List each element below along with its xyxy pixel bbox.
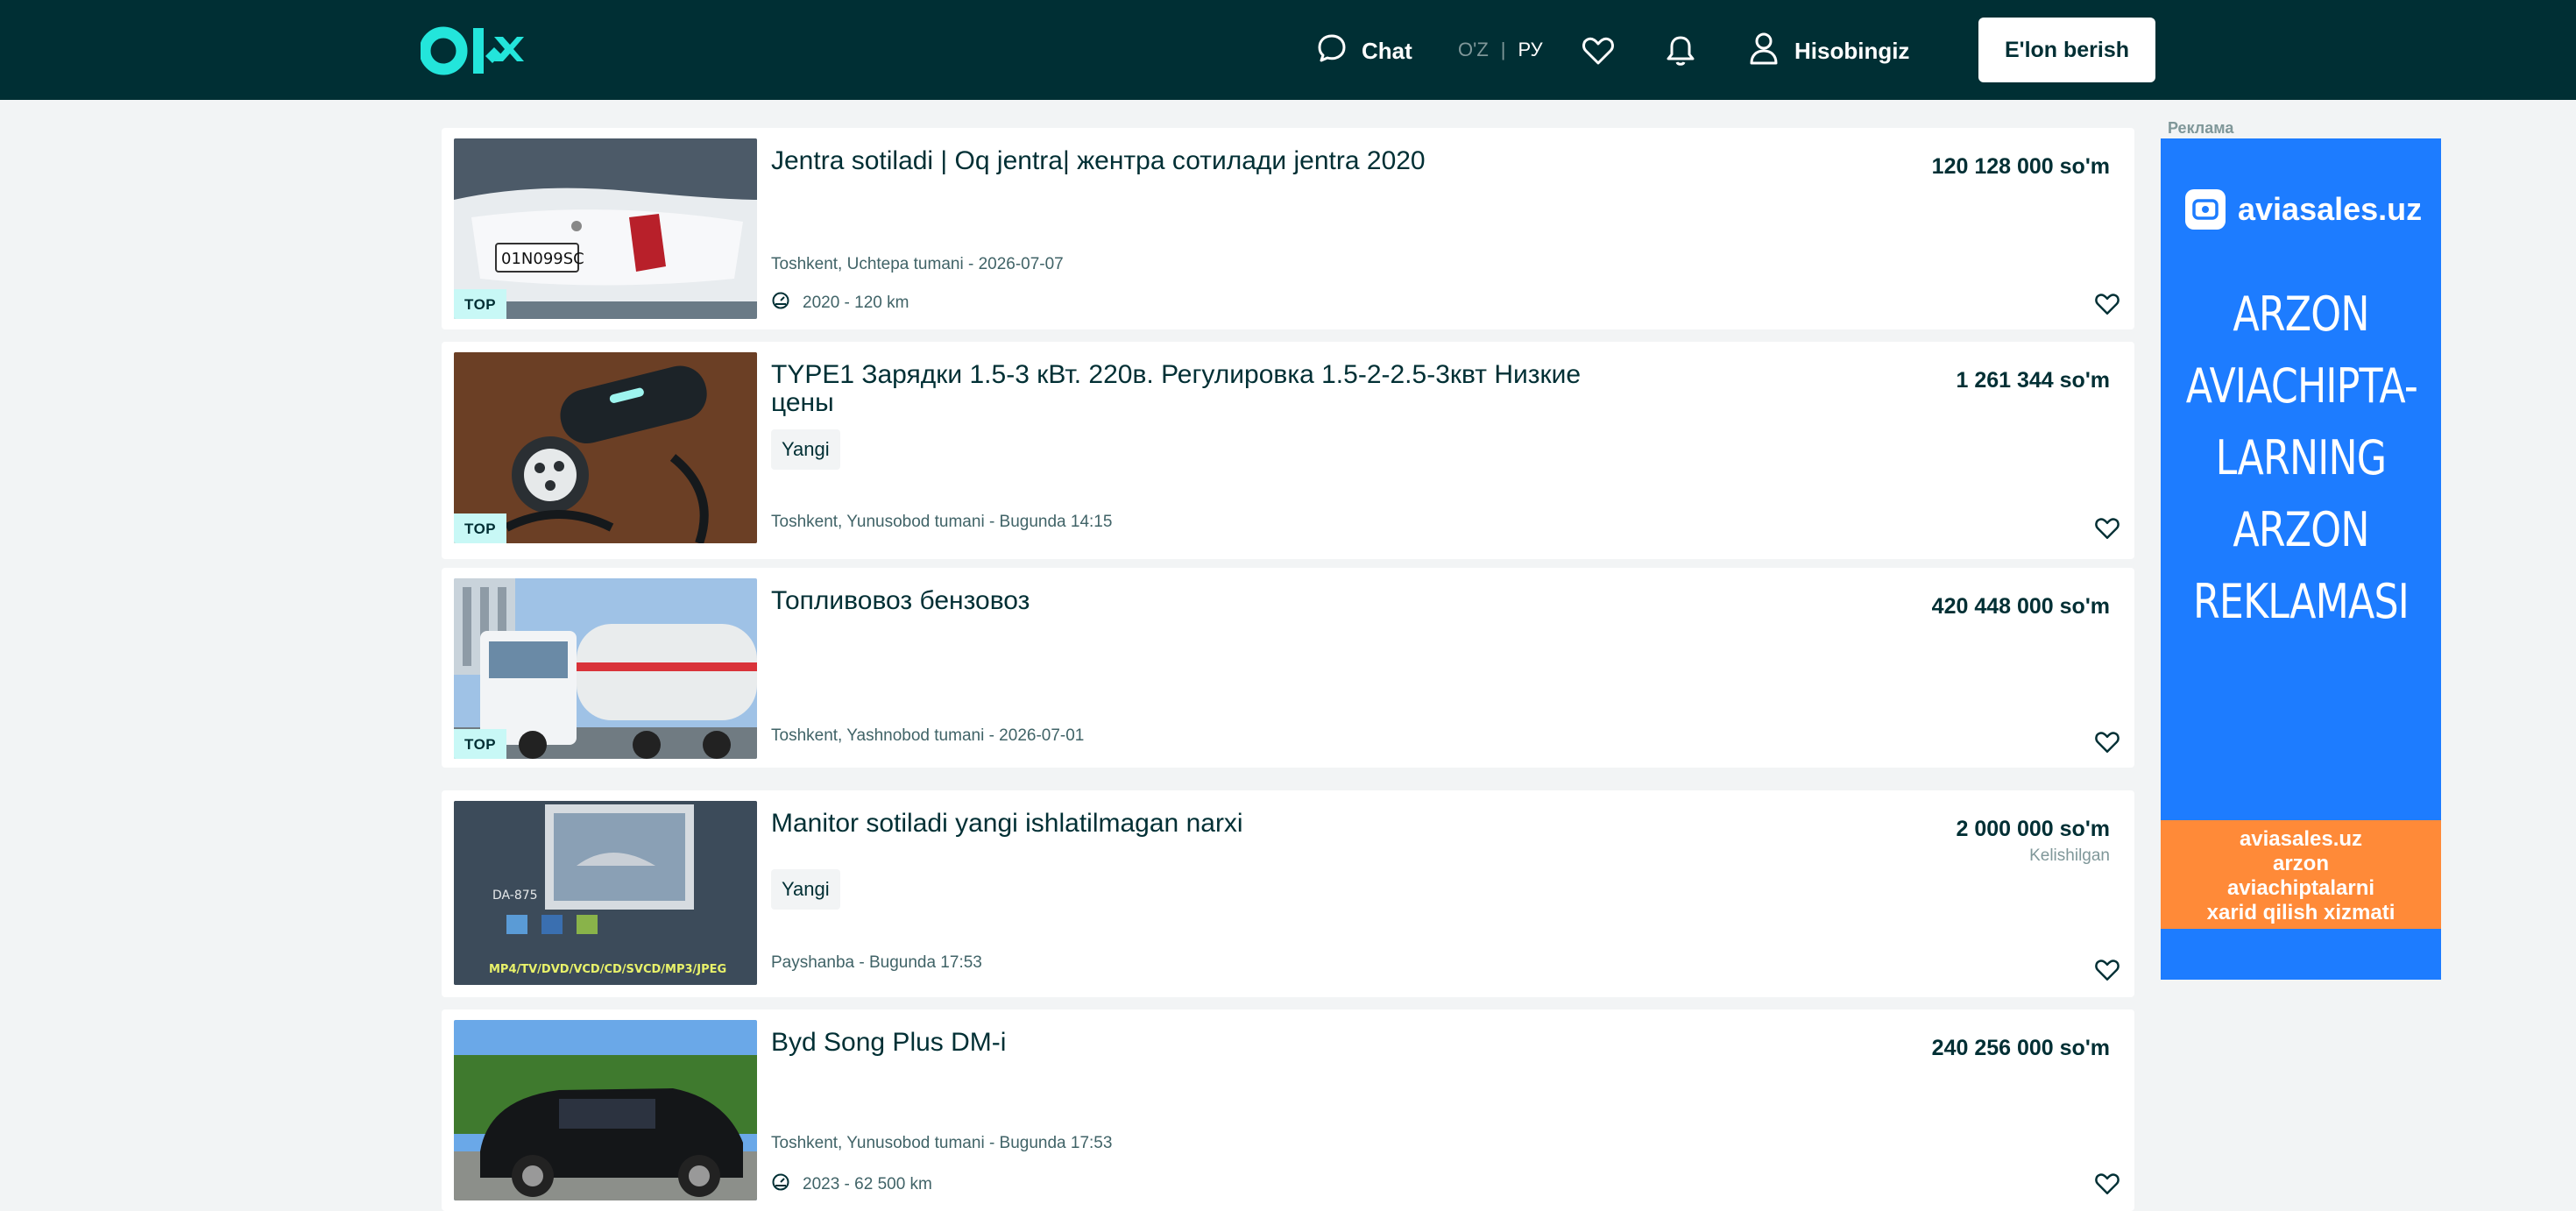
ad-headline-line: ARZON	[2233, 287, 2369, 342]
listing-price: 120 128 000 so'm	[1931, 154, 2110, 179]
top-badge: TOP	[454, 513, 507, 543]
favorite-heart-icon[interactable]	[2092, 955, 2122, 985]
post-ad-button[interactable]: E'lon berish	[1978, 18, 2155, 82]
favorite-heart-icon[interactable]	[2092, 1169, 2122, 1199]
listing-photo[interactable]: 01N099SC TOP	[454, 138, 757, 319]
account-link[interactable]: Hisobingiz	[1749, 30, 1909, 72]
lang-separator: |	[1500, 39, 1506, 60]
ad-headline: ARZON AVIACHIPTA- LARNING ARZON REKLAMAS…	[2185, 279, 2418, 638]
listing-title[interactable]: Byd Song Plus DM-i	[771, 1029, 1630, 1057]
odometer-icon	[771, 1172, 790, 1197]
ad-footer: aviasales.uz arzon aviachiptalarni xarid…	[2161, 820, 2441, 929]
listing-title[interactable]: Manitor sotiladi yangi ishlatilmagan nar…	[771, 810, 1630, 838]
listing-photo[interactable]: TOP	[454, 352, 757, 543]
year-mileage: 2023 - 62 500 km	[803, 1175, 932, 1193]
listing-card[interactable]: TOP TYPE1 Зарядки 1.5-3 кВт. 220в. Регул…	[442, 342, 2134, 559]
listing-location-date: Toshkent, Yunusobod tumani - Bugunda 14:…	[771, 513, 1113, 531]
chat-bubble-icon	[1316, 32, 1348, 70]
svg-text:01N099SC: 01N099SC	[501, 250, 584, 268]
listing-meta: 2023 - 62 500 km	[771, 1172, 932, 1197]
listing-photo[interactable]: DA-875 MP4/TV/DVD/VCD/CD/SVCD/MP3/JPEG	[454, 801, 757, 985]
negotiable-label: Kelishilgan	[2029, 846, 2110, 865]
lang-ru[interactable]: РУ	[1518, 39, 1542, 61]
year-mileage: 2020 - 120 km	[803, 294, 909, 312]
listing-photo[interactable]	[454, 1020, 757, 1200]
listing-price: 1 261 344 so'm	[1956, 368, 2110, 393]
listing-price: 420 448 000 so'm	[1931, 594, 2110, 619]
listing-location-date: Payshanba - Bugunda 17:53	[771, 953, 982, 972]
account-label: Hisobingiz	[1794, 37, 1910, 64]
listing-card[interactable]: DA-875 MP4/TV/DVD/VCD/CD/SVCD/MP3/JPEG M…	[442, 790, 2134, 997]
favorite-heart-icon[interactable]	[2092, 513, 2122, 543]
language-switcher: O'Z | РУ	[1458, 39, 1543, 61]
ad-brand: aviasales.uz	[2185, 189, 2422, 230]
favorites-heart-icon[interactable]	[1579, 32, 1617, 70]
listing-card[interactable]: Byd Song Plus DM-i 240 256 000 so'm Tosh…	[442, 1009, 2134, 1211]
ad-brand-name: aviasales.uz	[2238, 191, 2423, 227]
favorite-heart-icon[interactable]	[2092, 289, 2122, 319]
listing-location-date: Toshkent, Yashnobod tumani - 2026-07-01	[771, 726, 1085, 745]
ad-headline-line: ARZON	[2233, 502, 2369, 557]
top-badge: TOP	[454, 289, 507, 319]
listing-title[interactable]: Jentra sotiladi | Oq jentra| жентра соти…	[771, 147, 1630, 175]
favorite-heart-icon[interactable]	[2092, 727, 2122, 757]
listing-location-date: Toshkent, Uchtepa tumani - 2026-07-07	[771, 255, 1064, 273]
notifications-bell-icon[interactable]	[1661, 32, 1700, 70]
svg-text:DA-875: DA-875	[492, 889, 538, 903]
chat-link[interactable]: Chat	[1316, 30, 1412, 72]
ad-headline-line: AVIACHIPTA-	[2185, 358, 2418, 414]
ad-footer-line: xarid qilish xizmati	[2206, 901, 2396, 924]
ad-footer-line: aviachiptalarni	[2226, 876, 2375, 900]
listing-photo[interactable]: TOP	[454, 578, 757, 759]
listing-meta: 2020 - 120 km	[771, 291, 909, 315]
ad-headline-line: LARNING	[2215, 430, 2387, 485]
condition-tag: Yangi	[771, 869, 840, 910]
condition-tag: Yangi	[771, 429, 840, 470]
listing-card[interactable]: TOP Топливовоз бензовоз 420 448 000 so'm…	[442, 568, 2134, 768]
top-badge: TOP	[454, 729, 507, 759]
chat-label: Chat	[1362, 37, 1412, 64]
listing-title[interactable]: Топливовоз бензовоз	[771, 587, 1630, 615]
listing-card[interactable]: 01N099SC TOP Jentra sotiladi | Oq jentra…	[442, 128, 2134, 329]
top-header: Chat O'Z | РУ Hisobingiz E'lon berish	[0, 0, 2576, 100]
lang-oz[interactable]: O'Z	[1458, 39, 1489, 61]
listing-title[interactable]: TYPE1 Зарядки 1.5-3 кВт. 220в. Регулиров…	[771, 361, 1630, 417]
aviasales-ad-banner[interactable]: aviasales.uz ARZON AVIACHIPTA- LARNING A…	[2161, 138, 2441, 980]
aviasales-logo-icon	[2185, 189, 2226, 230]
user-icon	[1749, 32, 1779, 71]
listing-location-date: Toshkent, Yunusobod tumani - Bugunda 17:…	[771, 1134, 1113, 1152]
ad-label: Реклама	[2168, 119, 2234, 137]
listing-price: 2 000 000 so'm	[1956, 817, 2110, 841]
odometer-icon	[771, 291, 790, 315]
ad-headline-line: REKLAMASI	[2192, 574, 2410, 629]
listing-price: 240 256 000 so'm	[1931, 1036, 2110, 1060]
ad-footer-line: arzon	[2272, 852, 2329, 875]
svg-text:MP4/TV/DVD/VCD/CD/SVCD/MP3/JPE: MP4/TV/DVD/VCD/CD/SVCD/MP3/JPEG	[489, 963, 726, 976]
ad-footer-line: aviasales.uz	[2239, 827, 2363, 851]
olx-logo[interactable]	[419, 25, 524, 77]
